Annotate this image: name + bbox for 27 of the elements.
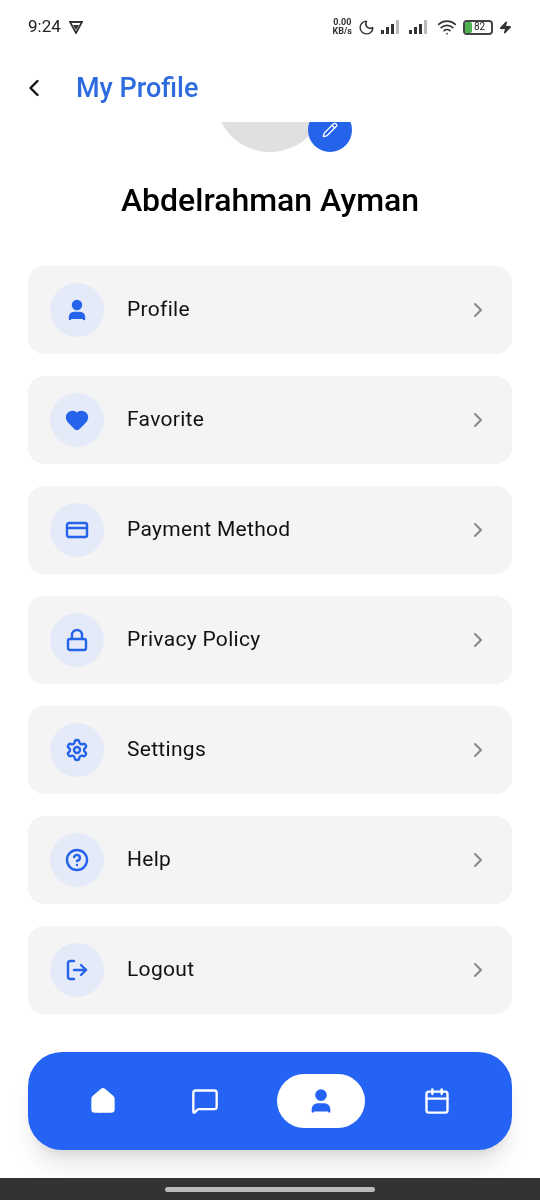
menu-item[interactable]: Profile xyxy=(28,266,512,354)
calendar-icon xyxy=(423,1087,451,1115)
menu-item[interactable]: Payment Method xyxy=(28,486,512,574)
logout-icon xyxy=(65,958,89,982)
nav-tab[interactable] xyxy=(277,1074,365,1128)
vpn-icon xyxy=(68,20,83,34)
wifi-icon xyxy=(437,17,457,37)
user-name: Abdelrahman Ayman xyxy=(120,180,420,221)
menu-item[interactable]: Logout xyxy=(28,926,512,1014)
menu-item[interactable]: Settings xyxy=(28,706,512,794)
network-speed: 0.00 xyxy=(333,18,352,27)
heart-icon xyxy=(65,408,89,432)
lock-icon xyxy=(65,628,89,652)
menu-item[interactable]: Help xyxy=(28,816,512,904)
battery-icon: 82 xyxy=(463,19,493,35)
page-title: My Profile xyxy=(76,70,199,106)
menu-item[interactable]: Favorite xyxy=(28,376,512,464)
network-unit: KB/s xyxy=(332,27,352,36)
charging-icon xyxy=(499,20,512,34)
pencil-icon xyxy=(322,122,338,138)
chat-icon xyxy=(191,1087,219,1115)
home-icon xyxy=(89,1087,117,1115)
menu-item[interactable]: Privacy Policy xyxy=(28,596,512,684)
help-icon xyxy=(65,848,89,872)
moon-icon xyxy=(358,18,375,36)
status-time: 9:24 xyxy=(28,15,61,39)
settings-icon xyxy=(65,738,89,762)
